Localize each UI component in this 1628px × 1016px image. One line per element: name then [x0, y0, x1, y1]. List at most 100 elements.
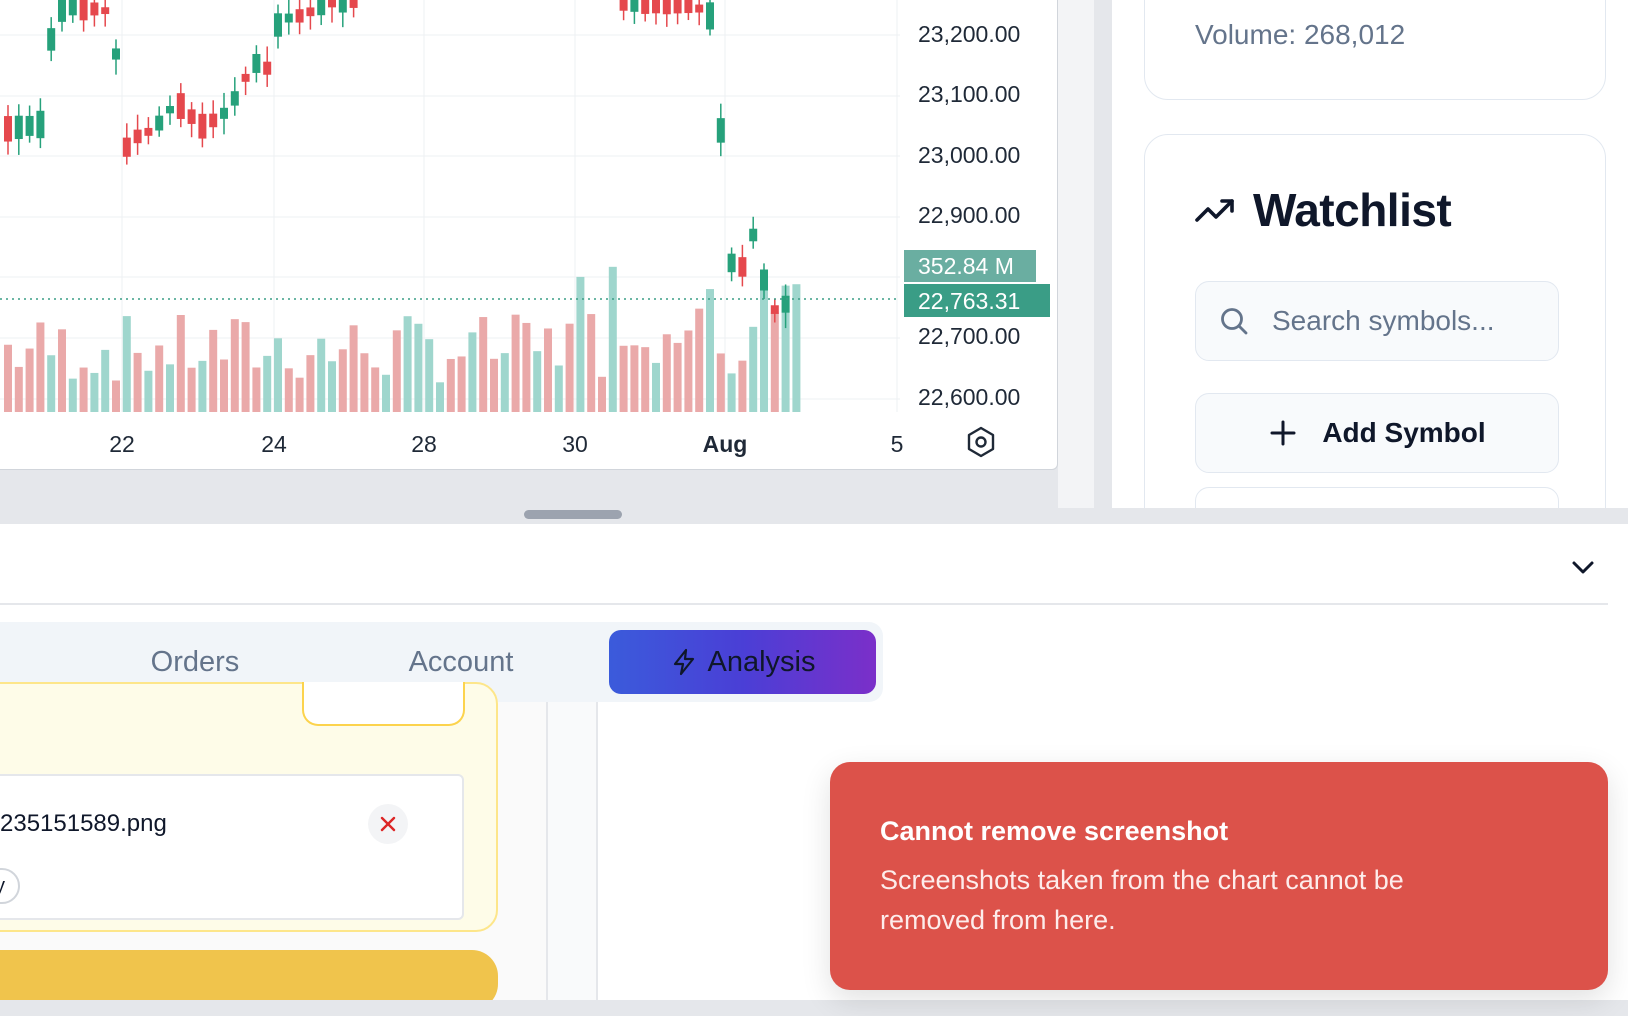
file-name: 235151589.png	[0, 810, 167, 837]
candle	[252, 53, 261, 73]
date-tick: 30	[562, 431, 588, 457]
price-tick: 23,100.00	[918, 81, 1020, 107]
watchlist-header: Watchlist	[1195, 183, 1452, 237]
candle	[47, 28, 56, 51]
volume-bar	[47, 355, 56, 412]
volume-bar	[4, 344, 12, 412]
candle	[317, 0, 326, 16]
volume-bar	[760, 283, 768, 412]
candle	[781, 295, 790, 313]
candle	[749, 228, 758, 242]
volume-bar	[533, 351, 542, 412]
candle	[155, 115, 164, 131]
plus-icon	[1270, 420, 1296, 446]
price-tick: 22,900.00	[918, 202, 1020, 228]
candle	[295, 9, 304, 23]
candle	[4, 116, 12, 142]
panel-divider	[548, 702, 598, 1000]
watchlist-title: Watchlist	[1253, 184, 1452, 236]
date-tick: 28	[411, 431, 437, 457]
tab-label: Analysis	[707, 645, 816, 678]
volume-bar	[112, 380, 120, 412]
bottom-edge	[0, 1000, 1628, 1016]
candle	[706, 2, 714, 30]
volume-bar	[727, 373, 736, 412]
price-tick: 23,200.00	[918, 21, 1020, 47]
price-chart[interactable]: 23,200.00 23,100.00 23,000.00 22,900.00 …	[0, 0, 1058, 470]
symbol-stats-card: Volume: 268,012	[1144, 0, 1606, 100]
candle	[770, 305, 779, 314]
price-tick: 22,700.00	[918, 323, 1020, 349]
date-tick: 24	[261, 431, 287, 457]
volume-bar	[36, 322, 45, 412]
volume-bar	[187, 367, 196, 412]
volume-bar	[695, 308, 704, 412]
volume-bar	[587, 314, 596, 412]
chevron-down-icon[interactable]	[1566, 550, 1600, 584]
error-toast[interactable]: Cannot remove screenshot Screenshots tak…	[830, 762, 1608, 990]
add-symbol-button[interactable]: Add Symbol	[1195, 393, 1559, 473]
volume-bar	[662, 334, 671, 412]
search-input[interactable]	[1272, 305, 1532, 337]
volume-bar	[738, 360, 747, 412]
candle	[652, 0, 660, 14]
volume-bar	[630, 345, 639, 412]
volume-bar	[68, 378, 77, 412]
group-action[interactable]	[302, 682, 465, 726]
candle	[25, 115, 34, 136]
watchlist-item[interactable]	[1195, 487, 1559, 508]
tab-label: Orders	[150, 645, 240, 678]
candle	[122, 137, 131, 157]
tab-analysis[interactable]: Analysis	[609, 630, 876, 694]
panel-resize-handle[interactable]	[524, 510, 622, 519]
volume-bar	[565, 323, 574, 412]
volume-bar	[479, 317, 488, 412]
screenshot-file-card[interactable]: 235151589.png y	[0, 774, 464, 920]
volume-bar	[328, 361, 336, 412]
volume-bar	[252, 367, 261, 412]
candle	[133, 129, 142, 144]
candlestick-chart[interactable]: 23,200.00 23,100.00 23,000.00 22,900.00 …	[0, 0, 1058, 470]
volume-bar	[144, 370, 153, 412]
chart-settings-icon[interactable]	[964, 425, 998, 459]
date-tick: 5	[891, 431, 904, 457]
volume-bar	[360, 353, 369, 412]
candle	[641, 0, 650, 14]
symbol-search[interactable]	[1195, 281, 1559, 361]
right-sidebar: Volume: 268,012 Watchlist Add Symbol	[1112, 0, 1628, 508]
file-badge: y	[0, 868, 20, 904]
volume-bar	[446, 358, 455, 412]
volume-bar	[176, 315, 185, 412]
volume-bar	[457, 356, 466, 412]
volume-bar	[468, 332, 477, 412]
candle	[630, 0, 639, 12]
volume-bar	[230, 319, 239, 412]
resize-strip	[0, 508, 1628, 524]
volume-bar	[198, 360, 207, 412]
volume-bar	[25, 348, 34, 412]
volume-bar	[673, 342, 682, 412]
screenshots-column: 235151589.png y	[0, 682, 548, 1000]
analyze-button[interactable]	[0, 950, 498, 1000]
volume-bar	[306, 355, 315, 412]
volume-bar	[414, 323, 423, 412]
volume-bar	[133, 352, 142, 412]
candle	[144, 127, 153, 136]
candle	[90, 2, 99, 16]
candle	[198, 113, 207, 139]
candle	[166, 106, 174, 114]
volume-bar	[576, 276, 585, 412]
volume-bar	[403, 316, 412, 412]
remove-file-button[interactable]	[368, 804, 408, 844]
candle	[328, 0, 336, 8]
candle	[68, 0, 77, 16]
candle	[176, 93, 185, 119]
candle	[760, 269, 768, 291]
volume-bar	[317, 338, 326, 412]
candle	[619, 0, 628, 11]
volume-bar	[14, 366, 23, 412]
candle	[209, 113, 218, 128]
candle	[684, 0, 693, 14]
volume-bar	[544, 328, 552, 412]
panel-gutter	[1058, 0, 1094, 508]
